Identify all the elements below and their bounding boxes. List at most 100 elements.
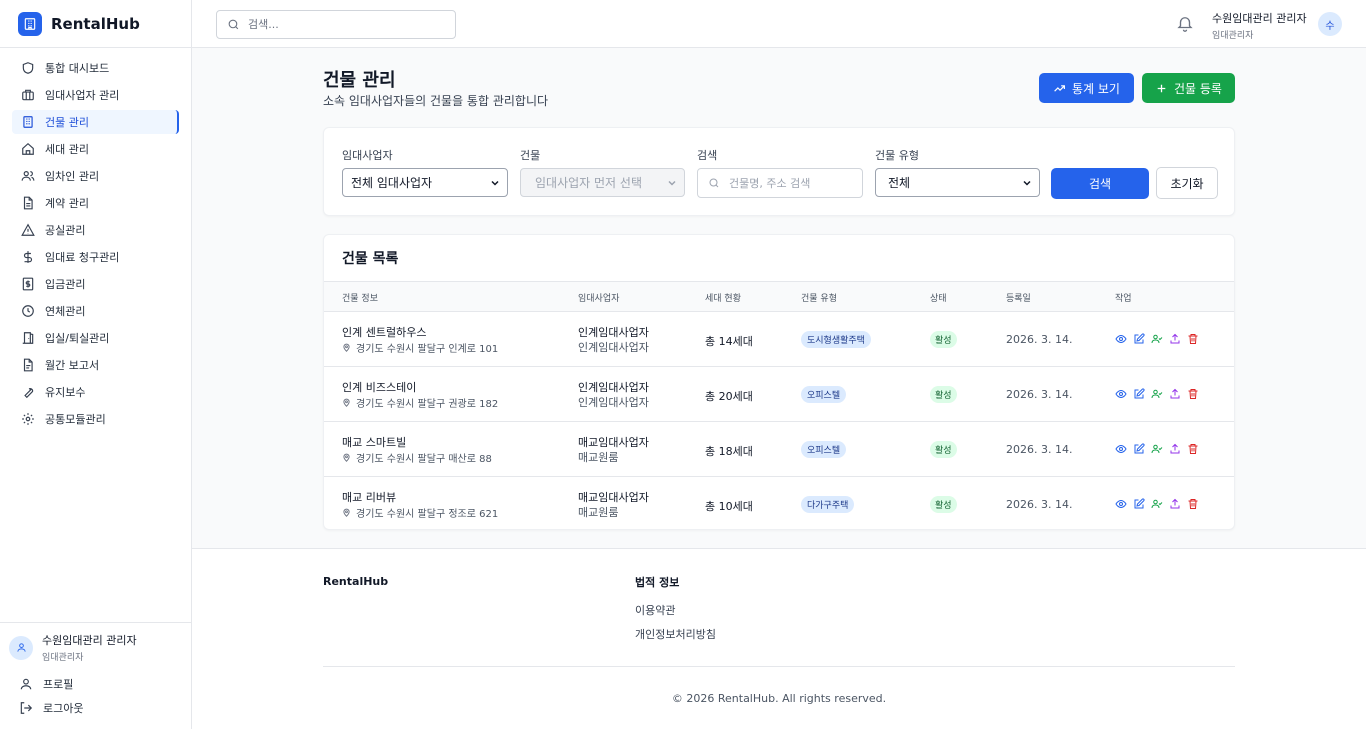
briefcase-icon bbox=[22, 89, 34, 101]
upload-icon[interactable] bbox=[1169, 388, 1181, 400]
building-search-placeholder: 건물명, 주소 검색 bbox=[729, 177, 811, 190]
building-address-text: 경기도 수원시 팔달구 권광로 182 bbox=[356, 399, 499, 410]
building-address-text: 경기도 수원시 팔달구 매산로 88 bbox=[356, 454, 492, 465]
upload-icon[interactable] bbox=[1169, 498, 1181, 510]
eye-icon[interactable] bbox=[1115, 498, 1127, 510]
sidebar-item-buildings[interactable]: 건물 관리 bbox=[12, 110, 179, 134]
global-search-input[interactable] bbox=[248, 18, 448, 31]
user-icon bbox=[20, 678, 32, 690]
sidebar-item-billing[interactable]: 임대료 청구관리 bbox=[12, 245, 179, 269]
sidebar-item-reports[interactable]: 월간 보고서 bbox=[12, 353, 179, 377]
table-row[interactable]: 매교 스마트빌 경기도 수원시 팔달구 매산로 88 매교임대사업자 매교원룸 … bbox=[324, 422, 1234, 477]
lessor-company: 매교원룸 bbox=[578, 451, 619, 464]
building-name: 인계 센트럴하우스 bbox=[342, 326, 427, 339]
lessor-select[interactable]: 전체 임대사업자 bbox=[342, 168, 508, 197]
users-icon[interactable] bbox=[1151, 388, 1163, 400]
chevron-down-icon bbox=[668, 180, 676, 186]
sidebar-item-dashboard[interactable]: 통합 대시보드 bbox=[12, 56, 179, 80]
sidebar-user-name: 수원임대관리 관리자 bbox=[42, 634, 137, 647]
brand[interactable]: RentalHub bbox=[0, 0, 191, 48]
trash-icon[interactable] bbox=[1187, 498, 1199, 510]
sidebar-user-role: 임대관리자 bbox=[42, 653, 84, 663]
sidebar-item-label: 임대사업자 관리 bbox=[45, 89, 120, 102]
privacy-link[interactable]: 개인정보처리방침 bbox=[635, 626, 716, 642]
chevron-down-icon bbox=[491, 180, 499, 186]
building-address: 경기도 수원시 팔달구 인계로 101 bbox=[342, 340, 498, 355]
edit-icon[interactable] bbox=[1133, 333, 1145, 345]
sidebar-item-modules[interactable]: 공통모듈관리 bbox=[12, 407, 179, 431]
trash-icon[interactable] bbox=[1187, 333, 1199, 345]
gear-icon bbox=[22, 413, 34, 425]
eye-icon[interactable] bbox=[1115, 388, 1127, 400]
users-icon[interactable] bbox=[1151, 498, 1163, 510]
building-icon bbox=[23, 116, 33, 128]
edit-icon[interactable] bbox=[1133, 443, 1145, 455]
upload-icon[interactable] bbox=[1169, 443, 1181, 455]
table-title: 건물 목록 bbox=[342, 251, 399, 267]
trash-icon[interactable] bbox=[1187, 443, 1199, 455]
eye-icon[interactable] bbox=[1115, 443, 1127, 455]
table-row[interactable]: 인계 비즈스테이 경기도 수원시 팔달구 권광로 182 인계임대사업자 인계임… bbox=[324, 367, 1234, 422]
row-actions bbox=[1115, 443, 1205, 455]
edit-icon[interactable] bbox=[1133, 388, 1145, 400]
building-search-input[interactable]: 건물명, 주소 검색 bbox=[697, 168, 863, 198]
logout-link[interactable]: 로그아웃 bbox=[9, 697, 182, 719]
logout-label: 로그아웃 bbox=[43, 702, 84, 715]
type-select[interactable]: 전체 bbox=[875, 168, 1040, 197]
sidebar-item-vacancy[interactable]: 공실관리 bbox=[12, 218, 179, 242]
terms-link[interactable]: 이용약관 bbox=[635, 602, 675, 618]
building-address: 경기도 수원시 팔달구 정조로 621 bbox=[342, 505, 498, 520]
home-icon bbox=[22, 142, 34, 155]
edit-icon[interactable] bbox=[1133, 498, 1145, 510]
search-button[interactable]: 검색 bbox=[1051, 168, 1149, 199]
footer-legal-title: 법적 정보 bbox=[635, 576, 680, 589]
upload-icon[interactable] bbox=[1169, 333, 1181, 345]
map-pin-icon bbox=[343, 453, 350, 462]
global-search[interactable] bbox=[216, 10, 456, 39]
sidebar-item-overdue[interactable]: 연체관리 bbox=[12, 299, 179, 323]
sidebar-item-contracts[interactable]: 계약 관리 bbox=[12, 191, 179, 215]
status-badge: 활성 bbox=[930, 331, 957, 348]
add-building-button[interactable]: 건물 등록 bbox=[1142, 73, 1235, 103]
building-select[interactable]: 임대사업자 먼저 선택 bbox=[520, 168, 685, 197]
trash-icon[interactable] bbox=[1187, 388, 1199, 400]
topbar-user-name: 수원임대관리 관리자 bbox=[1212, 12, 1307, 25]
users-icon[interactable] bbox=[1151, 443, 1163, 455]
topbar-user[interactable]: 수원임대관리 관리자 임대관리자 bbox=[1212, 10, 1307, 41]
avatar[interactable]: 수 bbox=[1318, 12, 1342, 36]
building-select-value: 임대사업자 먼저 선택 bbox=[535, 176, 642, 190]
lessor-name: 인계임대사업자 bbox=[578, 381, 649, 394]
table-row[interactable]: 매교 리버뷰 경기도 수원시 팔달구 정조로 621 매교임대사업자 매교원룸 … bbox=[324, 477, 1234, 529]
sidebar-item-movein[interactable]: 입실/퇴실관리 bbox=[12, 326, 179, 350]
row-actions bbox=[1115, 498, 1205, 510]
status-badge: 활성 bbox=[930, 496, 957, 513]
registered-date: 2026. 3. 14. bbox=[1006, 443, 1073, 456]
sidebar-item-units[interactable]: 세대 관리 bbox=[12, 137, 179, 161]
map-pin-icon bbox=[343, 343, 350, 352]
building-address: 경기도 수원시 팔달구 매산로 88 bbox=[342, 450, 492, 465]
building-address: 경기도 수원시 팔달구 권광로 182 bbox=[342, 395, 498, 410]
report-icon bbox=[23, 358, 33, 372]
sidebar-item-lessors[interactable]: 임대사업자 관리 bbox=[12, 83, 179, 107]
column-header: 등록일 bbox=[1006, 294, 1031, 304]
reset-button[interactable]: 초기화 bbox=[1156, 167, 1218, 199]
sidebar-item-maintenance[interactable]: 유지보수 bbox=[12, 380, 179, 404]
unit-count: 총 14세대 bbox=[705, 335, 753, 348]
building-type-badge: 도시형생활주택 bbox=[801, 331, 871, 348]
table-row[interactable]: 인계 센트럴하우스 경기도 수원시 팔달구 인계로 101 인계임대사업자 인계… bbox=[324, 312, 1234, 367]
stats-button[interactable]: 통계 보기 bbox=[1039, 73, 1134, 103]
bell-icon[interactable] bbox=[1176, 14, 1194, 32]
users-icon[interactable] bbox=[1151, 333, 1163, 345]
document-icon bbox=[23, 196, 33, 210]
sidebar-nav: 통합 대시보드 임대사업자 관리 건물 관리 세대 관리 임차인 관리 계약 관… bbox=[0, 48, 191, 431]
building-name: 인계 비즈스테이 bbox=[342, 381, 417, 394]
sidebar-item-payments[interactable]: 입금관리 bbox=[12, 272, 179, 296]
sidebar-item-tenants[interactable]: 임차인 관리 bbox=[12, 164, 179, 188]
lessor-company: 매교원룸 bbox=[578, 506, 619, 519]
sidebar-item-label: 계약 관리 bbox=[45, 197, 89, 210]
building-filter-label: 건물 bbox=[520, 149, 541, 162]
eye-icon[interactable] bbox=[1115, 333, 1127, 345]
sidebar: RentalHub 통합 대시보드 임대사업자 관리 건물 관리 세대 관리 임… bbox=[0, 0, 192, 729]
sidebar-item-label: 공실관리 bbox=[45, 224, 86, 237]
profile-link[interactable]: 프로필 bbox=[9, 673, 182, 695]
